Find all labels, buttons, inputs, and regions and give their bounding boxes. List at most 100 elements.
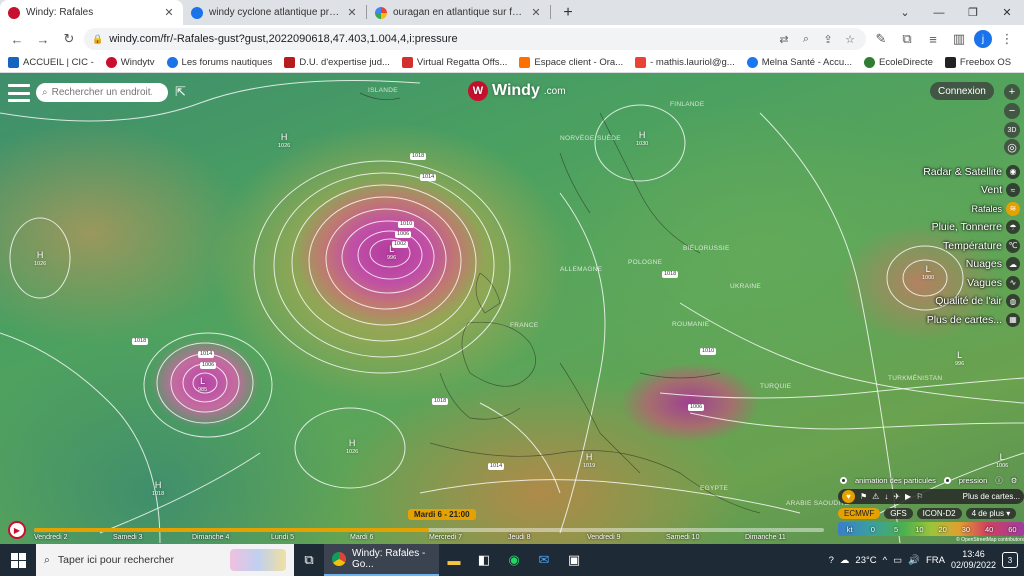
close-window-icon[interactable]: ✕	[990, 0, 1024, 25]
location-icon[interactable]: ◎	[1004, 139, 1020, 155]
favorite-heart-icon[interactable]: ♥	[842, 490, 855, 503]
3d-view-button[interactable]: 3D	[1004, 122, 1020, 138]
network-icon[interactable]: ▭	[893, 555, 902, 566]
timeline-day[interactable]: Dimanche 11	[745, 534, 824, 541]
pen-extension-icon[interactable]: ✎	[870, 28, 892, 50]
help-icon[interactable]: ?	[829, 555, 834, 566]
windows-start-icon[interactable]	[0, 544, 36, 576]
color-legend[interactable]: kt 0 5 10 20 30 40 60	[838, 522, 1024, 536]
particles-toggle[interactable]	[840, 476, 847, 484]
tab-ouragan[interactable]: ouragan en atlantique sur france ✕	[367, 0, 550, 25]
temperature-text[interactable]: 23°C	[855, 555, 876, 566]
layer-wind[interactable]: Vent ≈	[981, 182, 1020, 200]
weather-cloud-icon[interactable]: ☁	[840, 555, 850, 566]
search-input[interactable]	[51, 87, 152, 98]
side-panel-icon[interactable]: ▥	[948, 28, 970, 50]
restore-icon[interactable]: ❐	[956, 0, 990, 25]
bookmark-item[interactable]: Espace client - Ora...	[519, 57, 623, 68]
timeline-day[interactable]: Vendredi 2	[34, 534, 113, 541]
bookmark-item[interactable]: - mathis.lauriol@g...	[635, 57, 735, 68]
layer-waves[interactable]: Vagues ∿	[967, 274, 1020, 292]
close-tab-icon[interactable]: ✕	[163, 6, 175, 19]
model-icon-d2[interactable]: ICON-D2	[916, 508, 962, 519]
layer-rain-thunder[interactable]: Pluie, Tonnerre ☂	[932, 219, 1020, 237]
close-tab-icon[interactable]: ✕	[346, 6, 358, 19]
model-ecmwf[interactable]: ECMWF	[838, 508, 881, 519]
close-tab-icon[interactable]: ✕	[530, 6, 542, 19]
bookmark-star-icon[interactable]: ☆	[842, 33, 858, 46]
bookmark-item[interactable]: Freebox OS	[944, 57, 1011, 68]
zoom-out-button[interactable]: −	[1004, 103, 1020, 119]
bookmark-item[interactable]: D.U. d'expertise jud...	[284, 57, 390, 68]
layer-radar-satellite[interactable]: Radar & Satellite ◉	[923, 163, 1020, 181]
media-player-icon[interactable]: ◧	[469, 544, 499, 576]
windy-logo[interactable]: W Windy .com	[468, 81, 566, 101]
zoom-in-button[interactable]: +	[1004, 84, 1020, 100]
layer-gusts[interactable]: Rafales ≋	[971, 200, 1020, 218]
timeline-day[interactable]: Samedi 3	[113, 534, 192, 541]
info-icon[interactable]: ⓘ	[995, 475, 1003, 486]
timeline-day[interactable]: Mardi 6	[350, 534, 429, 541]
play-icon[interactable]: ▶	[8, 521, 26, 539]
timeline-day[interactable]: Jeudi 8	[508, 534, 587, 541]
login-button[interactable]: Connexion	[930, 82, 994, 100]
bookmark-item[interactable]: ACCUEIL | CIC -	[8, 57, 94, 68]
volume-icon[interactable]: 🔊	[908, 555, 920, 566]
model-gfs[interactable]: GFS	[884, 508, 913, 519]
minimize-icon[interactable]: —	[922, 0, 956, 25]
flag-icon[interactable]: ⚑	[860, 492, 867, 501]
layer-air-quality[interactable]: Qualité de l'air ◍	[935, 293, 1020, 311]
store-icon[interactable]: ▣	[559, 544, 589, 576]
share-map-icon[interactable]: ⇱	[175, 84, 186, 100]
layer-more-maps[interactable]: Plus de cartes... ▦	[927, 311, 1020, 329]
pin-icon[interactable]: ↓	[884, 492, 888, 501]
clock[interactable]: 13:46 02/09/2022	[951, 549, 996, 571]
bookmark-item[interactable]: EcoleDirecte	[864, 57, 933, 68]
share-icon[interactable]: ⇪	[820, 33, 836, 46]
more-models-dropdown[interactable]: 4 de plus ▾	[965, 508, 1017, 519]
pressure-toggle[interactable]	[943, 476, 951, 484]
address-bar[interactable]: 🔒 windy.com/fr/-Rafales-gust?gust,202209…	[84, 28, 866, 50]
tab-windy-rafales[interactable]: Windy: Rafales ✕	[0, 0, 183, 25]
settings-icon[interactable]: ⚙	[1011, 476, 1018, 485]
map-attribution[interactable]: © OpenStreetMap contributors	[838, 537, 1024, 543]
file-explorer-icon[interactable]: ▬	[439, 544, 469, 576]
timeline-day[interactable]: Samedi 10	[666, 534, 745, 541]
wind-station-icon[interactable]: ⚐	[916, 492, 923, 501]
tab-search-chevron-icon[interactable]: ⌄	[888, 0, 922, 25]
location-search[interactable]: ⌕	[36, 83, 168, 102]
extensions-puzzle-icon[interactable]: ⧉	[896, 28, 918, 50]
current-time-bubble[interactable]: Mardi 6 - 21:00	[408, 509, 476, 520]
bookmark-item[interactable]: Windytv	[105, 57, 155, 68]
zoom-icon[interactable]: ⌕	[798, 33, 814, 46]
bookmark-item[interactable]: Melna Santé - Accu...	[746, 57, 852, 68]
whatsapp-icon[interactable]: ◉	[499, 544, 529, 576]
timeline-day[interactable]: Mercredi 7	[429, 534, 508, 541]
bookmark-item[interactable]: Virtual Regatta Offs...	[401, 57, 507, 68]
language-indicator[interactable]: FRA	[926, 555, 945, 566]
show-hidden-icons-icon[interactable]: ^	[883, 555, 887, 566]
translate-icon[interactable]: ⇄	[776, 33, 792, 46]
timeline-day[interactable]: Lundi 5	[271, 534, 350, 541]
taskbar-search[interactable]: ⌕ Taper ici pour rechercher	[36, 544, 294, 576]
timeline-day[interactable]: Dimanche 4	[192, 534, 271, 541]
notifications-icon[interactable]: 3	[1002, 552, 1018, 568]
media-icon[interactable]: ≡	[922, 28, 944, 50]
layer-clouds[interactable]: Nuages ☁	[966, 256, 1020, 274]
timeline-track[interactable]	[34, 528, 824, 532]
mail-icon[interactable]: ✉	[529, 544, 559, 576]
warning-icon[interactable]: ⚠	[872, 492, 879, 501]
profile-avatar[interactable]: j	[974, 30, 992, 48]
new-tab-button[interactable]: +	[557, 2, 579, 24]
tab-windy-cyclone[interactable]: windy cyclone atlantique projecti ✕	[183, 0, 366, 25]
bookmark-item[interactable]: Les forums nautiques	[166, 57, 272, 68]
webcam-icon[interactable]: ▶	[905, 492, 911, 501]
menu-kebab-icon[interactable]: ⋮	[996, 28, 1018, 50]
url-text[interactable]: windy.com/fr/-Rafales-gust?gust,20220906…	[109, 33, 770, 45]
back-arrow-icon[interactable]: ←	[6, 28, 28, 50]
menu-hamburger-icon[interactable]	[8, 84, 30, 102]
airplane-icon[interactable]: ✈	[893, 492, 900, 501]
taskbar-chrome-app[interactable]: Windy: Rafales - Go...	[324, 544, 439, 576]
timeline-day[interactable]: Vendredi 9	[587, 534, 666, 541]
task-view-icon[interactable]: ⧉	[294, 544, 324, 576]
